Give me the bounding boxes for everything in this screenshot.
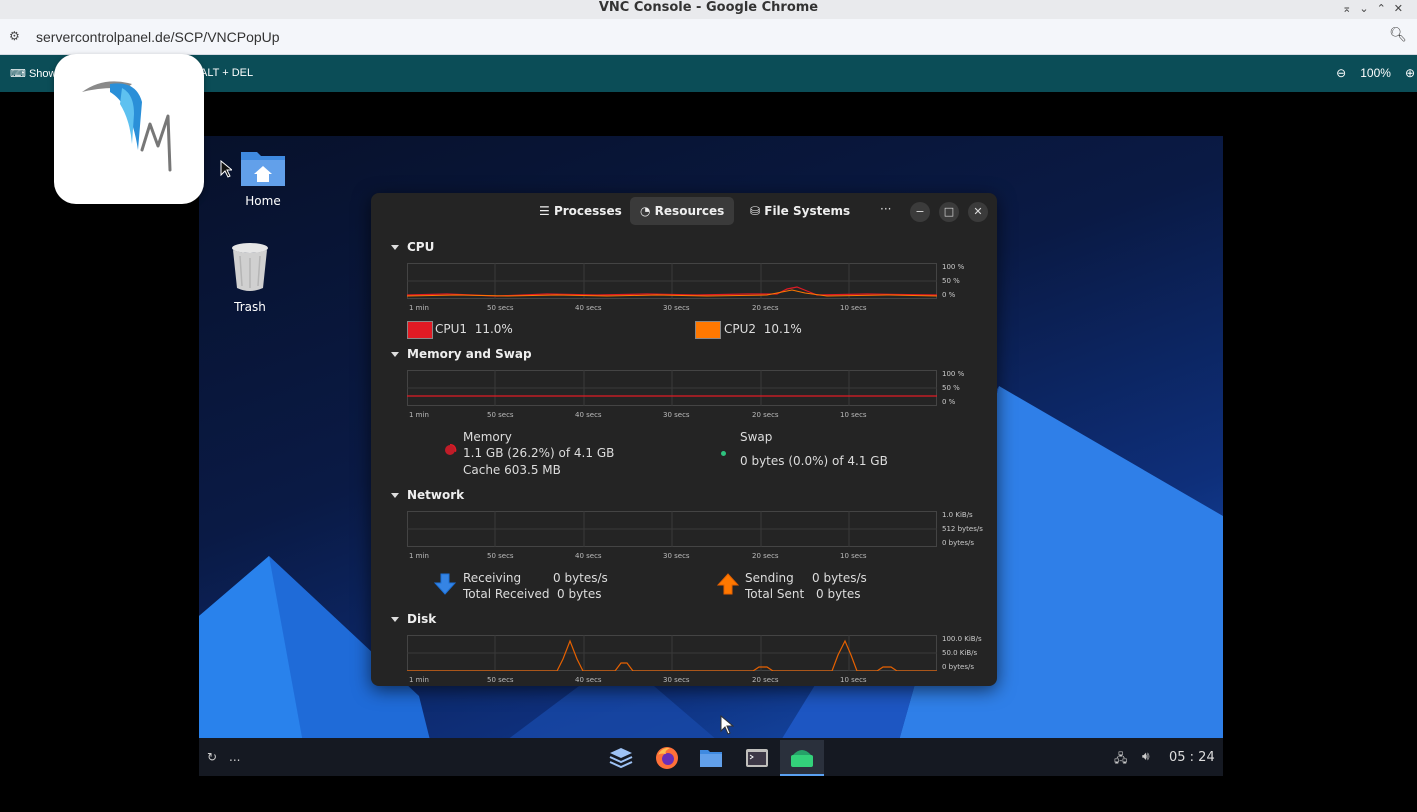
- memory-value: 1.1 GB (26.2%) of 4.1 GB: [463, 446, 615, 460]
- expander-icon: [391, 493, 399, 498]
- section-network[interactable]: Network: [391, 488, 464, 502]
- show-keyboard-button[interactable]: ⌨ Show: [10, 67, 56, 80]
- y-label: 1.0 KiB/s: [942, 511, 973, 519]
- url-text[interactable]: servercontrolpanel.de/SCP/VNCPopUp: [36, 29, 280, 45]
- close-icon[interactable]: ✕: [1394, 2, 1411, 15]
- expander-icon: [391, 617, 399, 622]
- y-label: 50 %: [942, 277, 960, 285]
- cpu1-color-swatch[interactable]: [407, 321, 433, 339]
- total-sent-value: 0 bytes: [816, 587, 861, 601]
- tab-file-systems[interactable]: ⛁ File Systems: [740, 197, 860, 225]
- y-label: 100 %: [942, 263, 965, 271]
- sending-label: Sending: [745, 571, 794, 585]
- browser-titlebar: VNC Console - Google Chrome ⌅⌄⌃✕: [0, 0, 1417, 19]
- keyboard-icon: ⌨: [10, 68, 26, 80]
- volume-icon[interactable]: 🔊︎: [1142, 749, 1150, 764]
- minimize-icon[interactable]: ⌄: [1359, 2, 1376, 15]
- section-disk[interactable]: Disk: [391, 612, 436, 626]
- section-cpu[interactable]: CPU: [391, 240, 434, 254]
- files-icon[interactable]: [698, 745, 724, 771]
- zoom-icon[interactable]: 🔍︎: [1389, 27, 1407, 43]
- swap-value: 0 bytes (0.0%) of 4.1 GB: [740, 454, 888, 468]
- y-label: 50 %: [942, 384, 960, 392]
- cpu2-color-swatch[interactable]: [695, 321, 721, 339]
- vnc-toolbar: ⌨ Show ALT + DEL ⊖ 100% ⊕: [0, 55, 1417, 92]
- system-monitor-taskbar-button[interactable]: [780, 740, 824, 776]
- logo-icon: [82, 81, 172, 172]
- zoom-out-icon[interactable]: ⊖: [1336, 66, 1346, 80]
- close-button[interactable]: ✕: [968, 202, 988, 222]
- y-label: 50.0 KiB/s: [942, 649, 978, 657]
- y-label: 512 bytes/s: [942, 525, 983, 533]
- desktop-icon-home[interactable]: Home: [223, 146, 303, 208]
- desktop-icon-label: Trash: [234, 300, 266, 314]
- zoom-control: ⊖ 100% ⊕: [1336, 66, 1417, 80]
- network-status-icon[interactable]: 🖧: [1114, 749, 1127, 770]
- zoom-in-icon[interactable]: ⊕: [1405, 66, 1415, 80]
- total-received-label: Total Received: [463, 587, 550, 601]
- sending-arrow-icon[interactable]: [717, 573, 739, 595]
- receiving-arrow-icon[interactable]: [434, 573, 456, 595]
- taskbar-overflow[interactable]: ...: [229, 750, 240, 764]
- layers-icon[interactable]: [608, 745, 634, 771]
- memory-graph: [407, 370, 937, 406]
- y-label: 0 bytes/s: [942, 663, 974, 671]
- taskbar: ↻ ... 🖧 🔊︎ 05 : 24: [199, 738, 1223, 776]
- receiving-value: 0 bytes/s: [553, 571, 608, 585]
- cpu2-legend: CPU2 10.1%: [724, 322, 802, 336]
- y-label: 0 bytes/s: [942, 539, 974, 547]
- receiving-label: Receiving: [463, 571, 522, 585]
- mouse-cursor-icon: [720, 715, 734, 735]
- clock[interactable]: 05 : 24: [1169, 750, 1215, 765]
- y-label: 0 %: [942, 291, 956, 299]
- drive-icon: ⛁: [750, 204, 761, 218]
- window-controls[interactable]: ⌅⌄⌃✕: [1342, 1, 1411, 17]
- system-monitor-window[interactable]: ☰ Processes ◔ Resources ⛁ File Systems ·…: [371, 193, 997, 686]
- swap-pie-icon[interactable]: [721, 451, 726, 456]
- gauge-icon: ◔: [640, 204, 651, 218]
- expander-icon: [391, 245, 399, 250]
- swap-label: Swap: [740, 430, 773, 444]
- desktop-icon-label: Home: [245, 194, 281, 208]
- brand-logo: [54, 54, 204, 204]
- home-folder-icon: [241, 152, 285, 186]
- collapse-icon[interactable]: ⌅: [1342, 2, 1359, 15]
- tab-resources[interactable]: ◔ Resources: [630, 197, 735, 225]
- cpu-graph: [407, 263, 937, 299]
- desktop-icon-trash[interactable]: Trash: [210, 242, 290, 314]
- memory-label: Memory: [463, 430, 512, 444]
- y-label: 0 %: [942, 398, 956, 406]
- system-monitor-icon: [791, 750, 813, 767]
- expander-icon: [391, 352, 399, 357]
- zoom-level: 100%: [1360, 66, 1391, 80]
- trash-icon: [232, 243, 268, 291]
- y-label: 100 %: [942, 370, 965, 378]
- ctrl-alt-del-button[interactable]: ALT + DEL: [200, 67, 253, 79]
- tab-processes[interactable]: ☰ Processes: [529, 197, 632, 225]
- list-icon: ☰: [539, 204, 550, 218]
- total-sent-label: Total Sent: [745, 587, 805, 601]
- refresh-icon[interactable]: ↻: [207, 750, 217, 764]
- sending-value: 0 bytes/s: [812, 571, 867, 585]
- memory-cache: Cache 603.5 MB: [463, 463, 561, 477]
- y-label: 100.0 KiB/s: [942, 635, 982, 643]
- cpu1-legend: CPU1 11.0%: [435, 322, 513, 336]
- menu-button[interactable]: ···: [880, 202, 891, 216]
- minimize-button[interactable]: −: [910, 202, 930, 222]
- section-memory[interactable]: Memory and Swap: [391, 347, 532, 361]
- disk-graph: [407, 635, 937, 671]
- memory-pie-icon[interactable]: [443, 443, 457, 457]
- site-info-icon[interactable]: ⚙: [9, 29, 20, 43]
- maximize-button[interactable]: □: [939, 202, 959, 222]
- total-received-value: 0 bytes: [557, 587, 602, 601]
- network-graph: [407, 511, 937, 547]
- firefox-icon[interactable]: [654, 745, 680, 771]
- address-bar[interactable]: ⚙ servercontrolpanel.de/SCP/VNCPopUp 🔍︎: [0, 19, 1417, 55]
- window-title: VNC Console - Google Chrome: [598, 0, 819, 15]
- mouse-cursor-icon: [220, 160, 232, 178]
- terminal-icon[interactable]: [744, 745, 770, 771]
- maximize-icon[interactable]: ⌃: [1377, 2, 1394, 15]
